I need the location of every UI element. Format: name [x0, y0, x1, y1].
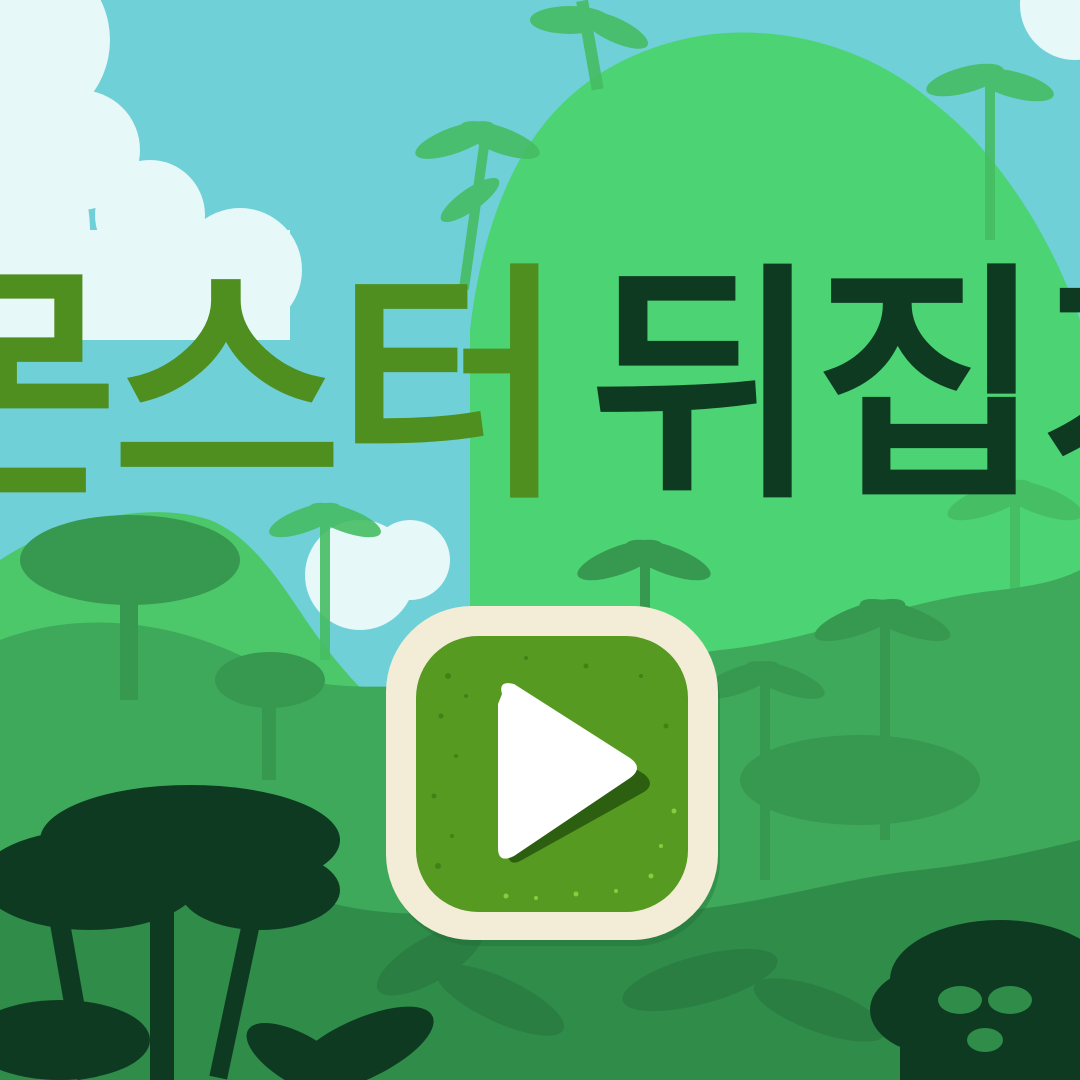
- game-title-first-word: 몬스터: [0, 242, 566, 533]
- game-start-screen: 몬스터 뒤집기: [0, 0, 1080, 1080]
- play-button[interactable]: [386, 606, 722, 946]
- game-title-second-word: 뒤집기: [590, 242, 1080, 533]
